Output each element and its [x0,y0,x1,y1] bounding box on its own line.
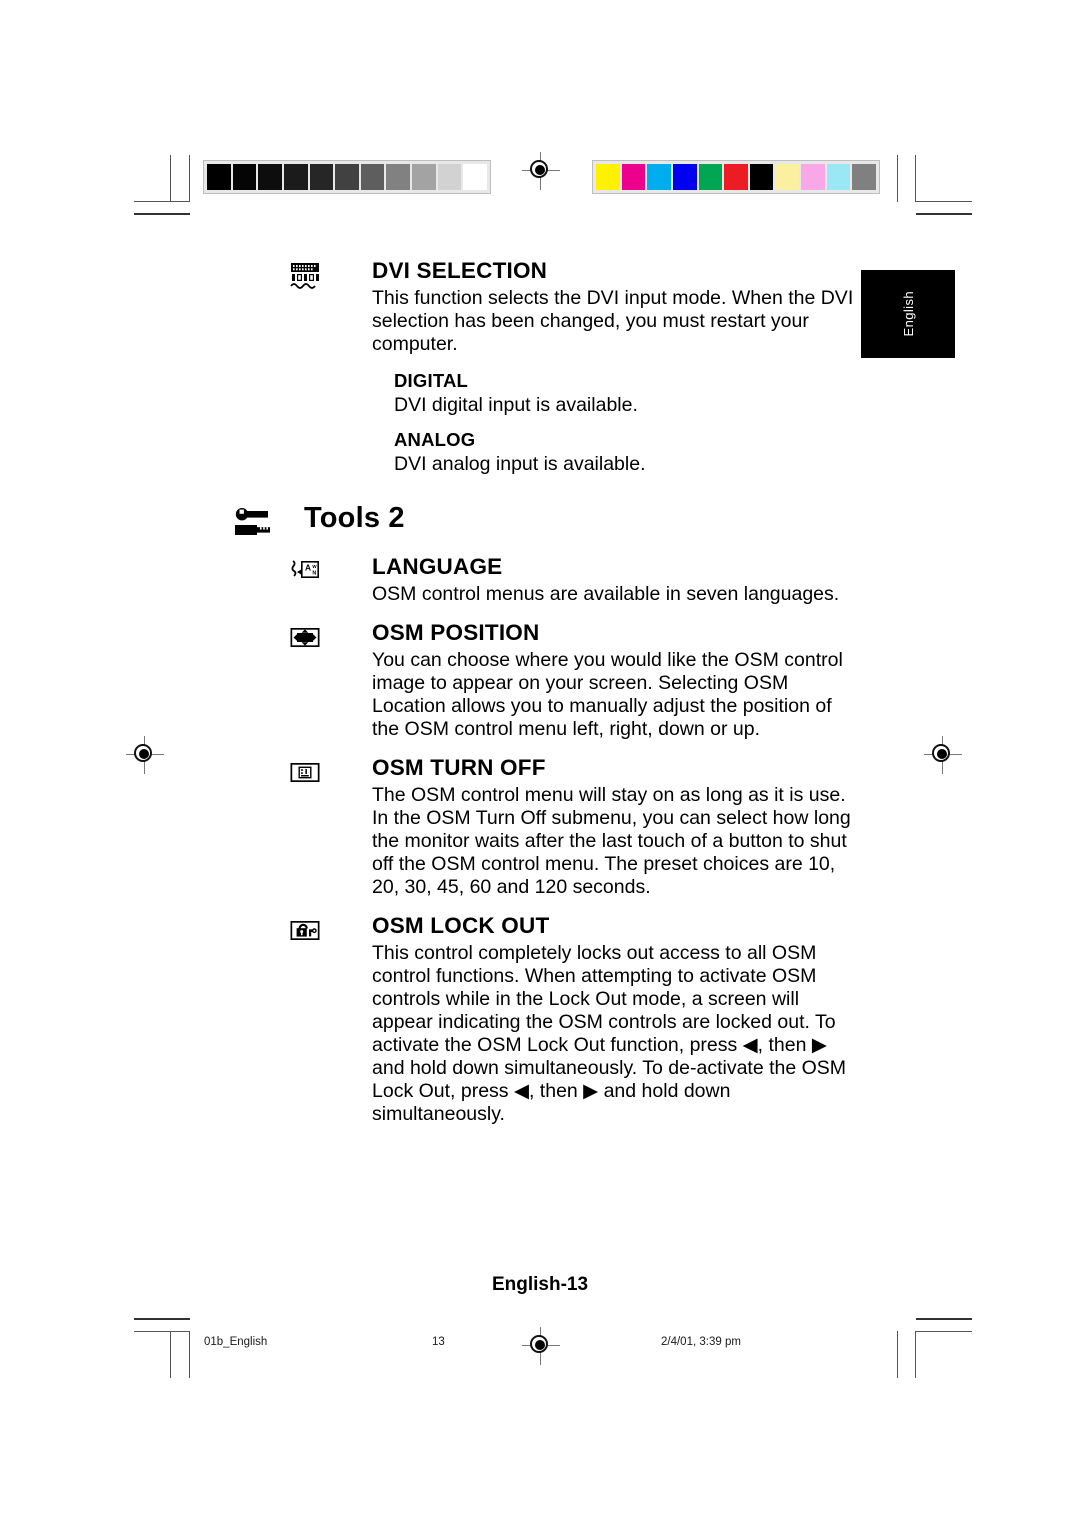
grayscale-swatch [335,164,359,190]
section-title-osm-position: OSM POSITION [372,620,540,645]
grayscale-swatch [386,164,411,190]
crop-mark-top-left-horizontal [134,201,190,202]
section-dvi-selection: DVI SELECTION This function selects the … [276,258,856,476]
crop-mark-bottom-left-vertical [170,1331,171,1378]
color-calibration-bar [592,160,880,194]
grayscale-swatch [258,164,282,190]
section-body: OSM POSITION You can choose where you wo… [372,620,856,741]
grayscale-swatch [283,164,308,190]
grayscale-swatch [232,164,257,190]
section-text-osm-turn-off: The OSM control menu will stay on as lon… [372,784,851,898]
grayscale-swatch [309,164,334,190]
document-content: DVI SELECTION This function selects the … [235,258,856,1140]
crop-mark-bottom-right-horizontal [916,1331,972,1332]
language-tab-label: English [900,291,916,337]
section-title-osm-turn-off: OSM TURN OFF [372,755,546,780]
grayscale-swatch [463,164,488,190]
language-icon: A w N [288,558,322,588]
osm-position-icon [288,624,322,654]
crop-mark-top-left-trim [134,213,190,215]
color-swatch [698,164,723,190]
wrench-key-icon [230,506,276,538]
osm-turn-off-icon [288,759,322,789]
grayscale-calibration-bar [203,160,491,194]
crop-mark-bottom-left-trim [134,1318,190,1320]
subsection-title-analog: ANALOG [394,429,476,450]
registration-mark-left-center [126,736,164,774]
section-osm-lock-out: OSM LOCK OUT This control completely loc… [276,913,856,1126]
subsection-digital: DIGITAL DVI digital input is available. [394,370,856,417]
section-body: LANGUAGE OSM control menus are available… [372,554,856,606]
group-heading-title: Tools 2 [304,502,405,534]
section-osm-turn-off: OSM TURN OFF The OSM control menu will s… [276,755,856,899]
crop-mark-top-right-trim [916,213,972,215]
color-swatch [647,164,671,190]
subsection-title-digital: DIGITAL [394,370,469,391]
crop-mark-bottom-left-bleed [189,1331,190,1378]
grayscale-swatch [437,164,462,190]
registration-mark-bottom-center [522,1327,560,1365]
svg-text:A: A [305,563,311,573]
subsection-text-analog: DVI analog input is available. [394,453,646,475]
crop-mark-top-right-bleed [897,155,898,202]
color-swatch [775,164,800,190]
dvi-connector-icon [288,262,322,292]
osm-lock-out-icon [288,917,322,947]
section-osm-position: OSM POSITION You can choose where you wo… [276,620,856,741]
section-title-osm-lock-out: OSM LOCK OUT [372,913,550,938]
svg-text:N: N [312,571,316,577]
color-swatch [852,164,877,190]
crop-mark-bottom-right-trim [916,1318,972,1320]
section-body: DVI SELECTION This function selects the … [372,258,856,476]
crop-mark-bottom-right-vertical [915,1331,916,1378]
subsection-analog: ANALOG DVI analog input is available. [394,429,856,476]
crop-mark-top-right-horizontal [916,201,972,202]
footer-timestamp: 2/4/01, 3:39 pm [661,1336,741,1348]
section-body: OSM TURN OFF The OSM control menu will s… [372,755,856,899]
section-body: OSM LOCK OUT This control completely loc… [372,913,856,1126]
grayscale-swatch [207,164,231,190]
color-swatch [596,164,620,190]
color-swatch [672,164,697,190]
color-swatch [621,164,646,190]
grayscale-swatch [412,164,436,190]
registration-mark-right-center [924,736,962,774]
crop-mark-top-right-vertical [915,155,916,202]
color-swatch [826,164,851,190]
crop-mark-bottom-right-bleed [897,1331,898,1378]
footer-file-name: 01b_English [204,1336,268,1348]
grayscale-swatch [360,164,385,190]
footer-page-number: 13 [432,1336,445,1348]
color-swatch [749,164,774,190]
section-text-osm-position: You can choose where you would like the … [372,649,843,740]
page-label: English-13 [491,1274,589,1295]
registration-mark-top-center [522,152,560,190]
crop-mark-top-left-vertical [170,155,171,202]
section-title-language: LANGUAGE [372,554,503,579]
section-text-dvi-selection: This function selects the DVI input mode… [372,287,854,355]
language-tab: English [861,270,955,358]
color-swatch [801,164,825,190]
group-heading-tools-2: Tools 2 [235,502,856,544]
color-swatch [724,164,748,190]
section-language: A w N LANGUAGE OSM control menus are ava… [276,554,856,606]
crop-mark-bottom-left-horizontal [134,1331,190,1332]
svg-text:w: w [311,564,317,570]
section-title-dvi-selection: DVI SELECTION [372,258,548,283]
crop-mark-top-left-bleed [189,155,190,202]
section-text-language: OSM control menus are available in seven… [372,583,840,605]
subsection-text-digital: DVI digital input is available. [394,394,638,416]
section-text-osm-lock-out: This control completely locks out access… [372,942,847,1125]
